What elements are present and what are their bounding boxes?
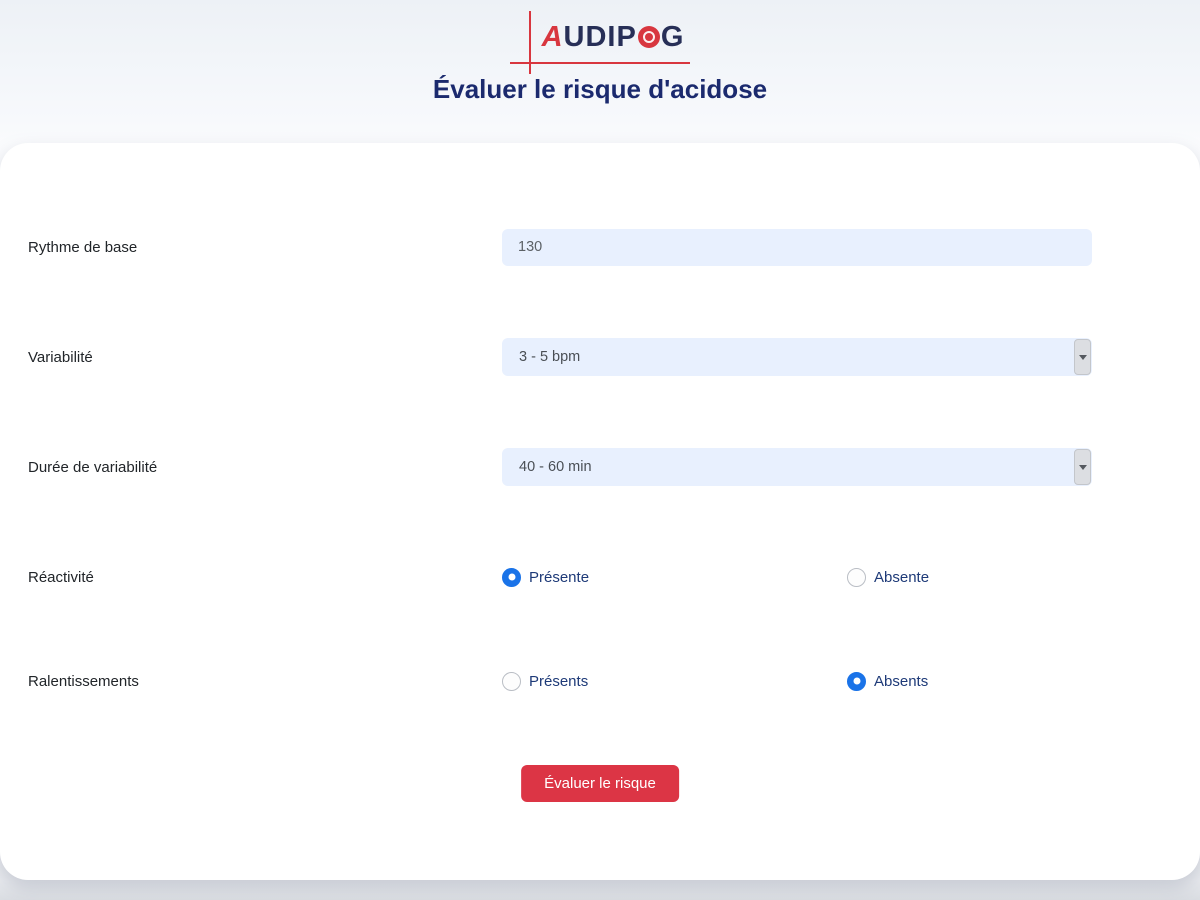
duree-variabilite-selected-value: 40 - 60 min bbox=[519, 459, 592, 475]
ralentissements-label: Ralentissements bbox=[28, 672, 139, 690]
ralentissements-absents-label: Absents bbox=[874, 672, 929, 690]
form-row-duree-variabilite: Durée de variabilité 40 - 60 min bbox=[28, 448, 1092, 486]
radio-unchecked-icon[interactable] bbox=[847, 567, 866, 587]
ralentissements-presents-label: Présents bbox=[529, 672, 589, 690]
rythme-de-base-input[interactable] bbox=[502, 228, 1092, 266]
rythme-de-base-label: Rythme de base bbox=[28, 238, 138, 256]
reactivite-presente-option[interactable]: Présente bbox=[502, 567, 847, 587]
page-title: Évaluer le risque d'acidose bbox=[432, 74, 768, 104]
duree-variabilite-label: Durée de variabilité bbox=[28, 458, 158, 476]
form-card: Rythme de base Variabilité 3 - 5 bpm Dur… bbox=[0, 143, 1200, 880]
duree-variabilite-select[interactable]: 40 - 60 min bbox=[502, 448, 1092, 486]
variabilite-selected-value: 3 - 5 bpm bbox=[519, 349, 581, 365]
logo-letter-a: A bbox=[541, 21, 564, 53]
radio-unchecked-icon[interactable] bbox=[502, 671, 521, 691]
evaluate-risk-button[interactable]: Évaluer le risque bbox=[521, 765, 679, 802]
logo-letter-g: G bbox=[660, 21, 685, 53]
form-row-reactivite: Réactivité Présente Absente bbox=[28, 558, 1092, 596]
reactivite-label: Réactivité bbox=[28, 568, 94, 586]
form-row-rythme-de-base: Rythme de base bbox=[28, 228, 1092, 266]
ralentissements-absents-option[interactable]: Absents bbox=[847, 671, 929, 691]
chevron-down-icon bbox=[1074, 449, 1091, 485]
variabilite-select[interactable]: 3 - 5 bpm bbox=[502, 338, 1092, 376]
variabilite-label: Variabilité bbox=[28, 348, 93, 366]
form-row-variabilite: Variabilité 3 - 5 bpm bbox=[28, 338, 1092, 376]
chevron-down-icon bbox=[1074, 339, 1091, 375]
ralentissements-presents-option[interactable]: Présents bbox=[502, 671, 847, 691]
radio-checked-icon[interactable] bbox=[502, 567, 521, 587]
logo-o-circle-icon bbox=[637, 26, 660, 48]
reactivite-presente-label: Présente bbox=[529, 568, 590, 586]
audipog-logo: AUDIP G bbox=[509, 11, 691, 74]
reactivite-absente-option[interactable]: Absente bbox=[847, 567, 930, 587]
logo-letters-udip: UDIP bbox=[563, 21, 637, 53]
radio-checked-icon[interactable] bbox=[847, 671, 866, 691]
page-header: AUDIP G Évaluer le risque d'acidose bbox=[0, 0, 1200, 143]
form-row-ralentissements: Ralentissements Présents Absents bbox=[28, 662, 1092, 700]
reactivite-absente-label: Absente bbox=[874, 568, 930, 586]
